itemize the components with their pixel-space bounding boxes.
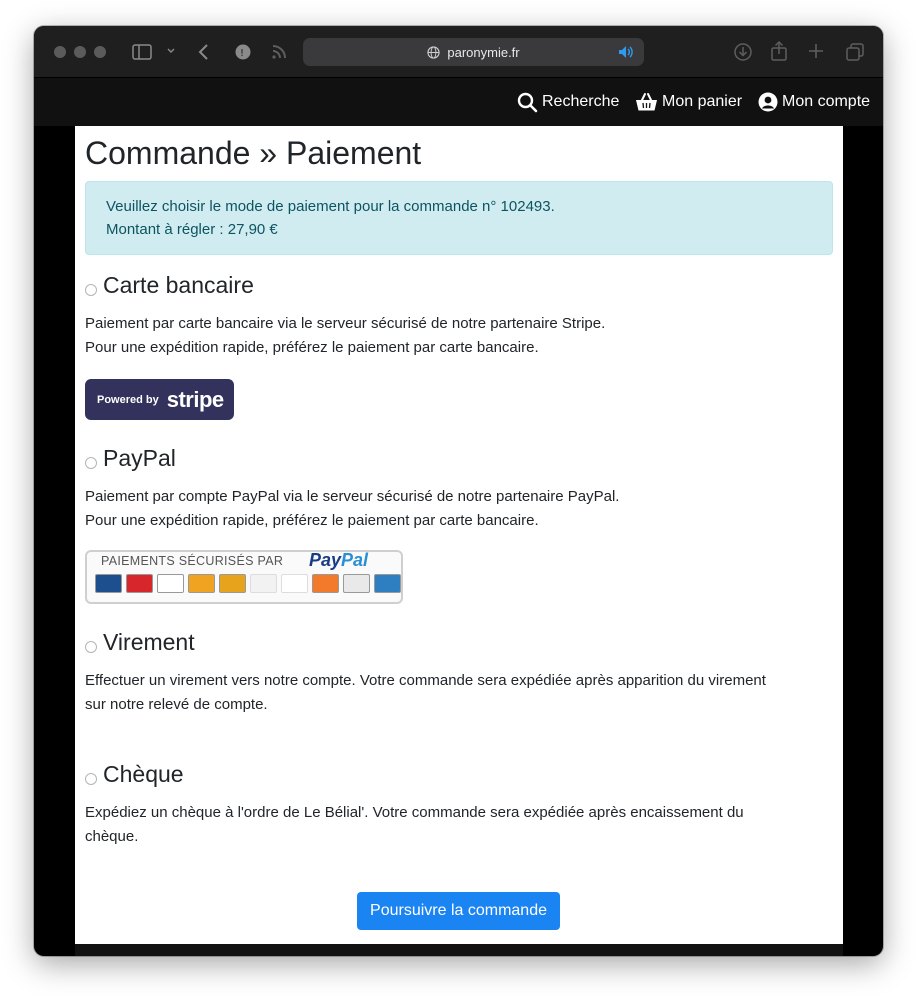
minimize-window-button[interactable]: [74, 46, 86, 58]
stripe-powered-text: Powered by: [97, 393, 159, 406]
paypal-logo-pay: Pay: [309, 550, 342, 570]
visa-card-icon: [157, 574, 184, 593]
svg-text:!: !: [240, 48, 244, 59]
site-navbar: Recherche Mon panier Mon compte: [34, 78, 883, 126]
payment-method-paypal: PayPal Paiement par compte PayPal via le…: [85, 443, 825, 533]
search-icon: [517, 92, 538, 112]
browser-toolbar: ! paronymie.fr: [34, 26, 883, 78]
mastercard-card-icon: [188, 574, 215, 593]
nav-cart-label: Mon panier: [662, 93, 743, 110]
cheque-radio[interactable]: [85, 773, 97, 785]
transfer-radio[interactable]: [85, 641, 97, 653]
stripe-badge: Powered by stripe: [85, 379, 234, 420]
nav-account-link[interactable]: Mon compte: [758, 90, 870, 114]
browser-window: ! paronymie.fr Recherche Mon panier Mon …: [34, 26, 883, 956]
paypal-logo: PayPal: [309, 550, 368, 571]
cb-card-icon: [95, 574, 122, 593]
card-logos: [95, 574, 401, 593]
card-radio[interactable]: [85, 284, 97, 296]
tab-overview-icon[interactable]: [845, 42, 865, 62]
compte-bancaire-icon: [343, 574, 370, 593]
card-title[interactable]: Carte bancaire: [103, 272, 254, 299]
transfer-title[interactable]: Virement: [103, 629, 195, 656]
rss-feed-icon[interactable]: [270, 43, 288, 61]
back-arrow-icon[interactable]: [198, 43, 210, 61]
globe-icon: [427, 45, 441, 59]
maestro-card-icon: [126, 574, 153, 593]
card-desc-line2: Pour une expédition rapide, préférez le …: [85, 339, 539, 356]
nav-search-link[interactable]: Recherche: [517, 90, 619, 114]
share-icon[interactable]: [770, 40, 788, 62]
speaker-icon[interactable]: [618, 45, 634, 62]
payment-method-transfer: Virement Effectuer un virement vers notr…: [85, 627, 825, 717]
4-etoiles-card-icon: [281, 574, 308, 593]
page-content: Commande » Paiement Veuillez choisir le …: [75, 126, 843, 944]
paypal-desc-line1: Paiement par compte PayPal via le serveu…: [85, 488, 620, 505]
chevron-down-icon[interactable]: [166, 46, 176, 56]
cheque-desc-line2: chèque.: [85, 828, 139, 845]
paypal-secure-text: PAIEMENTS SÉCURISÉS PAR: [101, 554, 288, 568]
alert-amount-line: Montant à régler : 27,90 €: [106, 221, 278, 238]
aurore-card-icon: [219, 574, 246, 593]
downloads-icon[interactable]: [733, 42, 753, 62]
paypal-title[interactable]: PayPal: [103, 445, 176, 472]
discover-card-icon: [312, 574, 339, 593]
user-circle-icon: [758, 92, 778, 112]
transfer-desc-line2: sur notre relevé de compte.: [85, 696, 268, 713]
cofinoga-card-icon: [250, 574, 277, 593]
payment-method-cheque: Chèque Expédiez un chèque à l'ordre de L…: [85, 759, 825, 849]
alert-order-line: Veuillez choisir le mode de paiement pou…: [106, 198, 555, 215]
card-desc-line1: Paiement par carte bancaire via le serve…: [85, 315, 606, 332]
paypal-badge: PAIEMENTS SÉCURISÉS PAR PayPal: [85, 550, 403, 604]
page-bottom-edge: [75, 944, 843, 956]
close-window-button[interactable]: [54, 46, 66, 58]
page-title: Commande » Paiement: [85, 135, 422, 171]
paypal-radio[interactable]: [85, 457, 97, 469]
payment-method-card: Carte bancaire Paiement par carte bancai…: [85, 270, 825, 360]
new-tab-icon[interactable]: [808, 43, 824, 59]
paypal-logo-pal: Pal: [341, 550, 369, 570]
nav-account-label: Mon compte: [782, 93, 871, 110]
info-alert: Veuillez choisir le mode de paiement pou…: [85, 181, 833, 255]
url-text: paronymie.fr: [447, 44, 520, 60]
address-bar[interactable]: paronymie.fr: [303, 38, 644, 66]
cheque-title[interactable]: Chèque: [103, 761, 184, 788]
privacy-report-icon[interactable]: !: [234, 43, 252, 61]
stripe-logo: stripe: [166, 386, 224, 412]
continue-order-button[interactable]: Poursuivre la commande: [357, 892, 560, 930]
paypal-desc-line2: Pour une expédition rapide, préférez le …: [85, 512, 539, 529]
nav-search-label: Recherche: [542, 93, 620, 110]
cheque-desc-line1: Expédiez un chèque à l'ordre de Le Bélia…: [85, 804, 744, 821]
amex-card-icon: [374, 574, 401, 593]
zoom-window-button[interactable]: [94, 46, 106, 58]
nav-cart-link[interactable]: Mon panier: [635, 90, 742, 114]
sidebar-icon[interactable]: [132, 44, 152, 60]
basket-icon: [636, 93, 657, 111]
transfer-desc-line1: Effectuer un virement vers notre compte.…: [85, 672, 766, 689]
